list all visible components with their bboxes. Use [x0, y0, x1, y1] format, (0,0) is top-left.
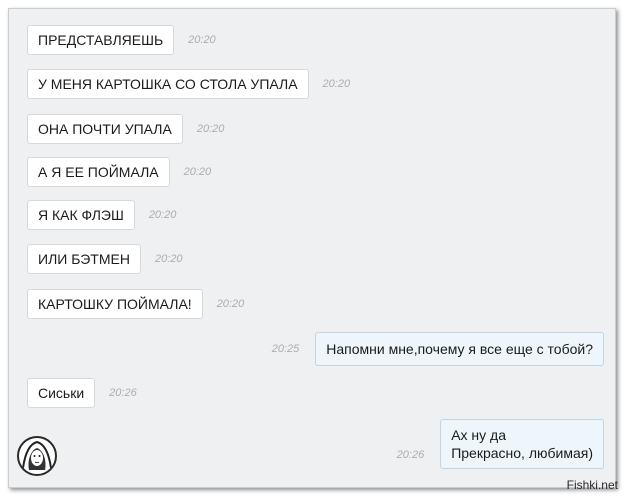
message-bubble-incoming[interactable]: А Я ЕЕ ПОЙМАЛА [27, 157, 170, 187]
message-row: А Я ЕЕ ПОЙМАЛА 20:20 [27, 157, 211, 187]
message-row: 20:26 Ах ну да Прекрасно, любимая) [397, 419, 604, 469]
message-time: 20:26 [396, 449, 425, 461]
message-row: ОНА ПОЧТИ УПАЛА 20:20 [27, 114, 224, 144]
message-line: Ах ну да [451, 427, 507, 443]
message-row: ПРЕДСТАВЛЯЕШЬ 20:20 [27, 25, 216, 55]
message-bubble-incoming[interactable]: Сиськи [27, 378, 96, 408]
contact-avatar[interactable] [17, 436, 57, 476]
message-bubble-outgoing[interactable]: Напомни мне,почему я все еще с тобой? [315, 332, 604, 366]
face-sketch-icon [22, 440, 52, 470]
message-bubble-incoming[interactable]: У МЕНЯ КАРТОШКА СО СТОЛА УПАЛА [27, 69, 309, 99]
message-bubble-incoming[interactable]: Я КАК ФЛЭШ [27, 200, 135, 230]
message-time: 20:20 [183, 166, 212, 178]
message-time: 20:25 [271, 343, 300, 355]
message-bubble-incoming[interactable]: ИЛИ БЭТМЕН [27, 244, 141, 274]
message-time: 20:20 [216, 298, 245, 310]
message-time: 20:20 [148, 209, 177, 221]
watermark: Fishki.net [566, 478, 618, 492]
message-row: КАРТОШКУ ПОЙМАЛА! 20:20 [27, 289, 244, 319]
message-row: Сиськи 20:26 [27, 378, 137, 408]
message-bubble-incoming[interactable]: ПРЕДСТАВЛЯЕШЬ [27, 25, 175, 55]
message-bubble-incoming[interactable]: КАРТОШКУ ПОЙМАЛА! [27, 289, 203, 319]
message-row: 20:25 Напомни мне,почему я все еще с тоб… [272, 332, 604, 366]
message-line: Прекрасно, любимая) [451, 445, 593, 461]
message-time: 20:20 [322, 78, 351, 90]
message-row: У МЕНЯ КАРТОШКА СО СТОЛА УПАЛА 20:20 [27, 69, 350, 99]
message-bubble-incoming[interactable]: ОНА ПОЧТИ УПАЛА [27, 114, 183, 144]
message-row: Я КАК ФЛЭШ 20:20 [27, 200, 176, 230]
message-bubble-outgoing[interactable]: Ах ну да Прекрасно, любимая) [440, 419, 604, 469]
message-time: 20:20 [196, 123, 225, 135]
message-time: 20:20 [188, 34, 216, 46]
message-time: 20:26 [109, 387, 137, 399]
message-time: 20:20 [154, 253, 183, 265]
message-row: ИЛИ БЭТМЕН 20:20 [27, 244, 183, 274]
